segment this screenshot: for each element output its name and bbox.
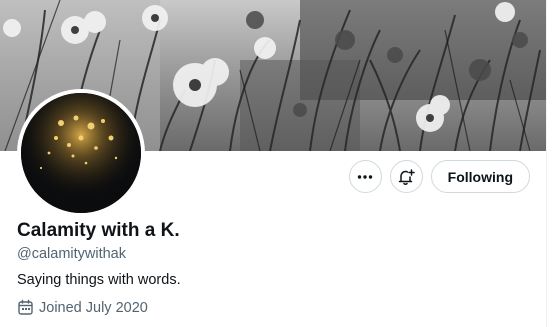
profile-actions: Following	[348, 160, 530, 193]
avatar[interactable]	[17, 89, 145, 217]
more-button[interactable]	[348, 160, 382, 193]
joined-date: Joined July 2020	[17, 299, 148, 316]
following-button[interactable]: Following	[430, 160, 530, 193]
display-name: Calamity with a K.	[17, 220, 180, 241]
joined-date-text: Joined July 2020	[39, 299, 148, 316]
profile-card: Following Calamity with a K. @calamitywi…	[0, 0, 547, 327]
following-button-label: Following	[447, 168, 513, 185]
more-dots-icon	[357, 174, 373, 179]
user-handle: @calamitywithak	[17, 246, 126, 262]
calendar-icon	[17, 299, 34, 316]
notifications-button[interactable]	[389, 160, 423, 193]
bell-plus-icon	[398, 168, 415, 185]
profile-bio: Saying things with words.	[17, 272, 181, 288]
bokeh-lights-avatar	[21, 93, 141, 213]
